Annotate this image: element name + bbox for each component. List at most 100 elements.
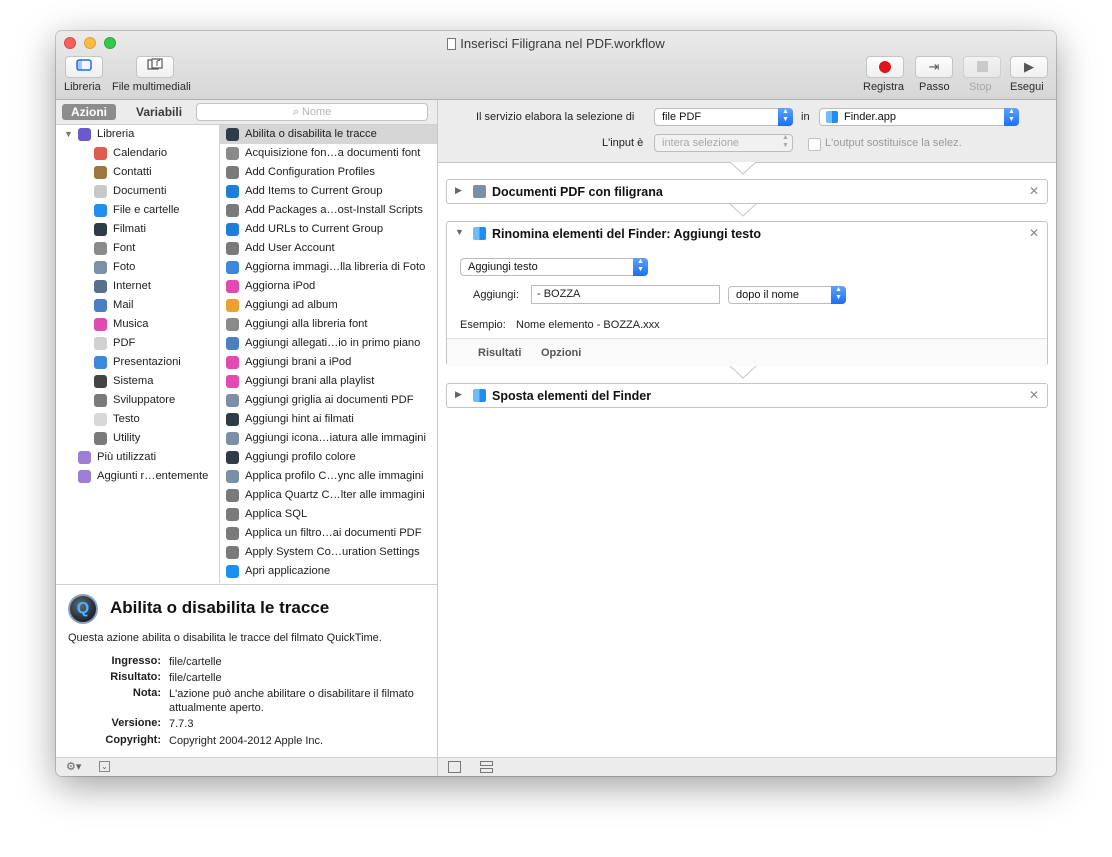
step-button[interactable]: ⇥ — [915, 56, 953, 78]
action-list-item[interactable]: Aggiungi profilo colore — [220, 448, 437, 467]
library-item[interactable]: Utility — [56, 429, 219, 448]
action-list-item[interactable]: Add Items to Current Group — [220, 182, 437, 201]
action-list-item[interactable]: Aggiungi ad album — [220, 296, 437, 315]
stop-button[interactable] — [963, 56, 1001, 78]
list-view-icon[interactable] — [448, 761, 461, 773]
library-toggle-label: Libreria — [64, 81, 101, 93]
action-list-item-label: Applica un filtro…ai documenti PDF — [245, 527, 422, 539]
text-icon — [94, 413, 107, 426]
font-icon — [226, 318, 239, 331]
library-item[interactable]: Filmati — [56, 220, 219, 239]
library-item[interactable]: Testo — [56, 410, 219, 429]
play-icon: ▶ — [1024, 59, 1034, 74]
library-item[interactable]: Foto — [56, 258, 219, 277]
split-view-icon-lower[interactable] — [480, 768, 493, 773]
library-item[interactable]: Musica — [56, 315, 219, 334]
record-button[interactable] — [866, 56, 904, 78]
action-list-item[interactable]: Abilita o disabilita le tracce — [220, 125, 437, 144]
tab-actions[interactable]: Azioni — [62, 104, 116, 120]
gear-icon[interactable]: ⚙▾ — [66, 760, 81, 773]
library-toggle-button[interactable] — [65, 56, 103, 78]
library-item[interactable]: Calendario — [56, 144, 219, 163]
add-text-field[interactable]: - BOZZA — [531, 285, 720, 304]
media-browser-button[interactable] — [136, 56, 174, 78]
action-list-item[interactable]: Applica un filtro…ai documenti PDF — [220, 524, 437, 543]
library-item-label: Più utilizzati — [97, 451, 157, 463]
action-list-item[interactable]: Aggiungi brani alla playlist — [220, 372, 437, 391]
action-list-item[interactable]: Applica SQL — [220, 505, 437, 524]
run-label: Esegui — [1010, 81, 1044, 93]
library-item[interactable]: Sviluppatore — [56, 391, 219, 410]
disclosure-triangle-icon[interactable]: ▶ — [455, 185, 462, 196]
action-header[interactable]: ▼ Rinomina elementi del Finder: Aggiungi… — [447, 222, 1047, 246]
action-list-item[interactable]: Aggiungi icona…iatura alle immagini — [220, 429, 437, 448]
action-list-item-label: Apply System Co…uration Settings — [245, 546, 420, 558]
action-list-item[interactable]: Apri applicazione — [220, 562, 437, 581]
tools-icon — [226, 508, 239, 521]
preview-icon — [226, 470, 239, 483]
library-item-label: PDF — [113, 337, 136, 349]
action-list-item[interactable]: Aggiungi griglia ai documenti PDF — [220, 391, 437, 410]
action-list-item[interactable]: Add Configuration Profiles — [220, 163, 437, 182]
action-header[interactable]: ▶ Documenti PDF con filigrana ✕ — [447, 180, 1047, 204]
application-select[interactable]: Finder.app ▲ ▼ — [819, 108, 1019, 126]
library-item[interactable]: Sistema — [56, 372, 219, 391]
library-item[interactable]: ▼ Libreria — [56, 125, 219, 144]
input-key: Ingresso: — [111, 655, 161, 667]
action-list-item[interactable]: Aggiungi hint ai filmati — [220, 410, 437, 429]
library-item[interactable]: File e cartelle — [56, 201, 219, 220]
split-view-icon[interactable] — [480, 761, 493, 766]
action-list-item[interactable]: Add User Account — [220, 239, 437, 258]
action-list-item[interactable]: Apply System Co…uration Settings — [220, 543, 437, 562]
library-item[interactable]: Contatti — [56, 163, 219, 182]
action-list-item[interactable]: Add Packages a…ost-Install Scripts — [220, 201, 437, 220]
input-scope-select[interactable]: intera selezione ▲ ▼ — [654, 134, 793, 152]
action-description: Q Abilita o disabilita le tracce Questa … — [56, 584, 437, 757]
library-item[interactable]: Internet — [56, 277, 219, 296]
output-replaces-checkbox[interactable] — [808, 138, 821, 151]
library-item[interactable]: Documenti — [56, 182, 219, 201]
action-header[interactable]: ▶ Sposta elementi del Finder ✕ — [447, 384, 1047, 408]
action-list-item[interactable]: Aggiungi allegati…io in primo piano — [220, 334, 437, 353]
disclosure-triangle-icon[interactable]: ▼ — [64, 125, 73, 144]
action-list-item[interactable]: Aggiungi alla libreria font — [220, 315, 437, 334]
action-list-item[interactable]: Applica profilo C…ync alle immagini — [220, 467, 437, 486]
action-list-item[interactable]: Aggiungi brani a iPod — [220, 353, 437, 372]
font-icon — [226, 147, 239, 160]
action-list-item[interactable]: Aggiorna iPod — [220, 277, 437, 296]
rename-mode-select[interactable]: Aggiungi testo ▲ ▼ — [460, 258, 648, 276]
titlebar: Inserisci Filigrana nel PDF.workflow Lib… — [56, 31, 1056, 100]
action-list-item-label: Aggiungi griglia ai documenti PDF — [245, 394, 414, 406]
tab-options[interactable]: Opzioni — [541, 347, 581, 359]
action-list-item[interactable]: Add URLs to Current Group — [220, 220, 437, 239]
result-value: file/cartelle — [169, 672, 222, 684]
library-item[interactable]: Mail — [56, 296, 219, 315]
installer-icon — [226, 166, 239, 179]
collapse-description-icon[interactable]: ⌄ — [99, 761, 110, 772]
search-input[interactable]: ⌕ Nome — [196, 103, 428, 121]
library-item[interactable]: Presentazioni — [56, 353, 219, 372]
run-button[interactable]: ▶ — [1010, 56, 1048, 78]
library-item[interactable]: Font — [56, 239, 219, 258]
action-list-item[interactable]: Applica Quartz C…lter alle immagini — [220, 486, 437, 505]
smart-folder-icon — [78, 470, 91, 483]
service-input-type-select[interactable]: file PDF ▲ ▼ — [654, 108, 793, 126]
library-item-label: Internet — [113, 280, 151, 292]
tab-results[interactable]: Risultati — [478, 347, 521, 359]
pdf-icon — [94, 337, 107, 350]
close-icon[interactable]: ✕ — [1029, 184, 1039, 198]
library-item[interactable]: Aggiunti r…entemente — [56, 467, 219, 486]
text-position-select[interactable]: dopo il nome ▲ ▼ — [728, 286, 846, 304]
tab-variables[interactable]: Variabili — [127, 104, 191, 120]
library-item-label: Presentazioni — [113, 356, 181, 368]
photo-icon — [94, 261, 107, 274]
close-icon[interactable]: ✕ — [1029, 388, 1039, 402]
disclosure-triangle-icon[interactable]: ▼ — [455, 227, 464, 237]
action-list-item[interactable]: Acquisizione fon…a documenti font — [220, 144, 437, 163]
close-icon[interactable]: ✕ — [1029, 226, 1039, 240]
action-list-item[interactable]: Aggiorna immagi…lla libreria di Foto — [220, 258, 437, 277]
library-item[interactable]: PDF — [56, 334, 219, 353]
library-item[interactable]: Più utilizzati — [56, 448, 219, 467]
preview-icon — [226, 394, 239, 407]
disclosure-triangle-icon[interactable]: ▶ — [455, 389, 462, 400]
